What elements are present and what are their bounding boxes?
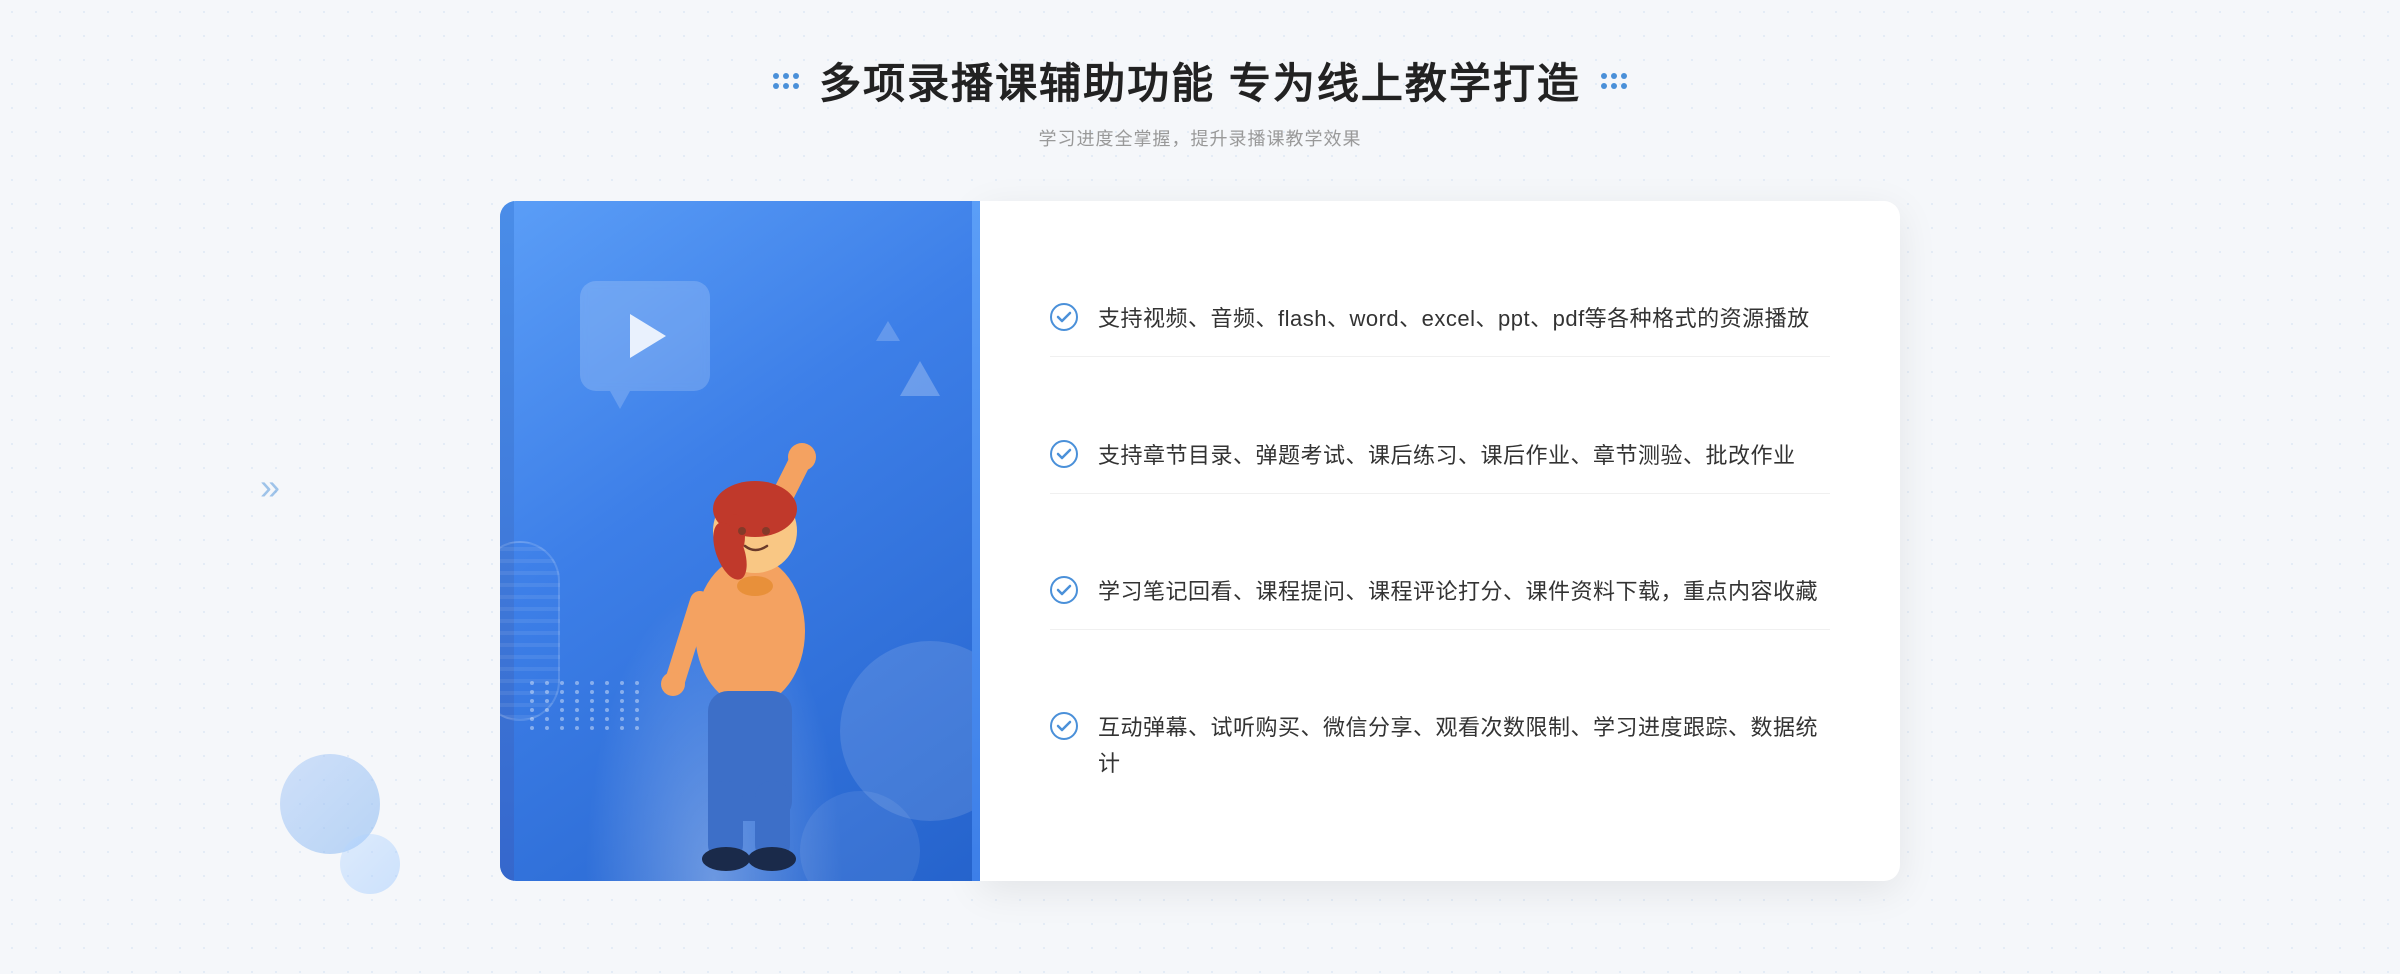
- striped-decoration: [500, 541, 560, 721]
- feature-text-1: 支持视频、音频、flash、word、excel、ppt、pdf等各种格式的资源…: [1098, 301, 1810, 336]
- connector-stripe: [972, 201, 980, 881]
- check-icon-1: [1050, 303, 1078, 331]
- feature-text-4: 互动弹幕、试听购买、微信分享、观看次数限制、学习进度跟踪、数据统计: [1098, 710, 1830, 780]
- triangle-decoration-small: [876, 321, 900, 341]
- feature-item-1: 支持视频、音频、flash、word、excel、ppt、pdf等各种格式的资源…: [1050, 281, 1830, 357]
- features-panel: 支持视频、音频、flash、word、excel、ppt、pdf等各种格式的资源…: [980, 201, 1900, 881]
- feature-item-3: 学习笔记回看、课程提问、课程评论打分、课件资料下载，重点内容收藏: [1050, 554, 1830, 630]
- illustration-card: [500, 201, 980, 881]
- play-icon: [630, 314, 666, 358]
- check-icon-3: [1050, 576, 1078, 604]
- feature-item-4: 互动弹幕、试听购买、微信分享、观看次数限制、学习进度跟踪、数据统计: [1050, 690, 1830, 800]
- header-section: 多项录播课辅助功能 专为线上教学打造 学习进度全掌握，提升录播课教学效果: [773, 50, 1627, 151]
- feature-text-2: 支持章节目录、弹题考试、课后练习、课后作业、章节测验、批改作业: [1098, 438, 1796, 473]
- title-row: 多项录播课辅助功能 专为线上教学打造: [773, 50, 1627, 111]
- person-illustration: [580, 361, 900, 881]
- check-icon-4: [1050, 712, 1078, 740]
- left-chevron-arrows: »: [260, 466, 272, 508]
- feature-text-3: 学习笔记回看、课程提问、课程评论打分、课件资料下载，重点内容收藏: [1098, 574, 1818, 609]
- left-side-circle-small: [340, 834, 400, 894]
- check-icon-2: [1050, 440, 1078, 468]
- content-area: 支持视频、音频、flash、word、excel、ppt、pdf等各种格式的资源…: [500, 201, 1900, 881]
- triangle-decoration: [900, 361, 940, 396]
- page-subtitle: 学习进度全掌握，提升录播课教学效果: [773, 125, 1627, 151]
- page-container: 多项录播课辅助功能 专为线上教学打造 学习进度全掌握，提升录播课教学效果: [0, 0, 2400, 974]
- left-decorator: [773, 73, 799, 89]
- right-decorator: [1601, 73, 1627, 89]
- page-title: 多项录播课辅助功能 专为线上教学打造: [819, 50, 1581, 111]
- feature-item-2: 支持章节目录、弹题考试、课后练习、课后作业、章节测验、批改作业: [1050, 418, 1830, 494]
